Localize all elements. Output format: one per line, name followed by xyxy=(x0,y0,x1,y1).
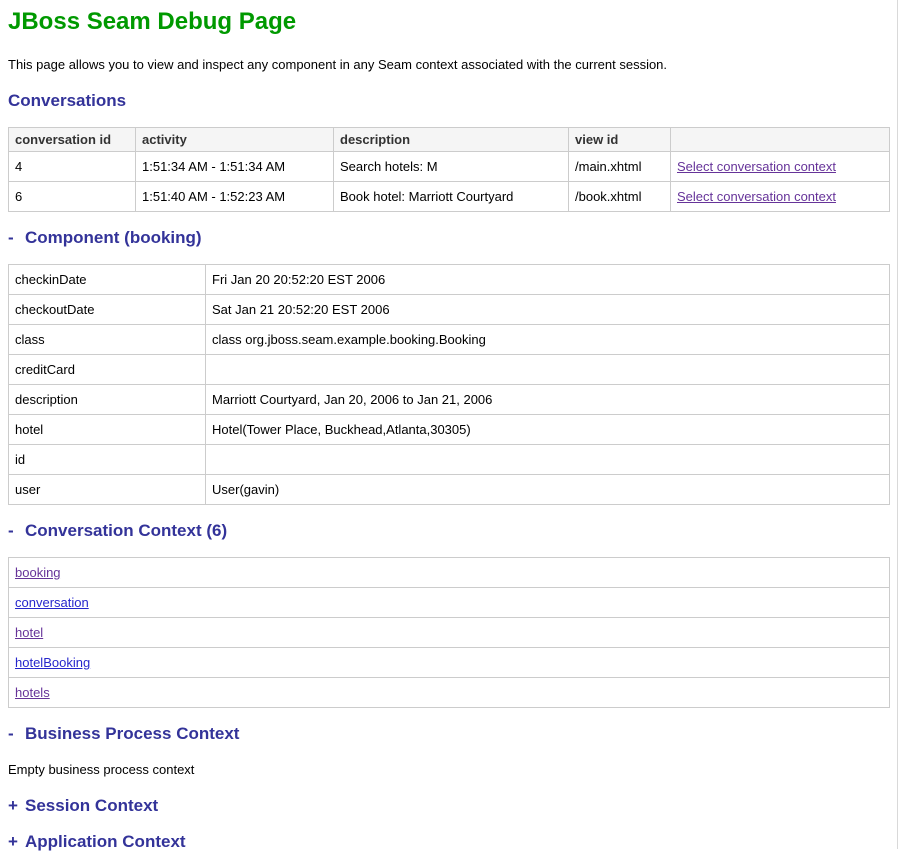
context-variable-cell: conversation xyxy=(9,588,890,618)
context-variable-row: booking xyxy=(9,558,890,588)
context-variable-cell: hotels xyxy=(9,678,890,708)
context-variable-cell: hotel xyxy=(9,618,890,648)
property-value-cell: Sat Jan 21 20:52:20 EST 2006 xyxy=(206,295,890,325)
conversation-context-table: booking conversation hotel hotelBooking … xyxy=(8,557,890,708)
context-variable-row: hotels xyxy=(9,678,890,708)
component-booking-table: checkinDate Fri Jan 20 20:52:20 EST 2006… xyxy=(8,264,890,505)
component-booking-heading[interactable]: -Component (booking) xyxy=(8,228,890,248)
conversations-header-row: conversation id activity description vie… xyxy=(9,128,890,152)
description-cell: Book hotel: Marriott Courtyard xyxy=(334,182,569,212)
property-row: user User(gavin) xyxy=(9,475,890,505)
activity-cell: 1:51:40 AM - 1:52:23 AM xyxy=(136,182,334,212)
context-variable-link[interactable]: hotel xyxy=(15,625,43,640)
conversations-table: conversation id activity description vie… xyxy=(8,127,890,212)
application-context-heading-label: Application Context xyxy=(25,832,186,851)
property-value-cell: Marriott Courtyard, Jan 20, 2006 to Jan … xyxy=(206,385,890,415)
view-id-cell: /book.xhtml xyxy=(569,182,671,212)
column-header-view-id: view id xyxy=(569,128,671,152)
property-name-cell: class xyxy=(9,325,206,355)
intro-text: This page allows you to view and inspect… xyxy=(8,57,890,73)
column-header-activity: activity xyxy=(136,128,334,152)
select-conversation-context-link[interactable]: Select conversation context xyxy=(677,189,836,204)
context-variable-link[interactable]: hotels xyxy=(15,685,50,700)
property-row: hotel Hotel(Tower Place, Buckhead,Atlant… xyxy=(9,415,890,445)
property-value-cell xyxy=(206,445,890,475)
column-header-description: description xyxy=(334,128,569,152)
application-context-heading[interactable]: +Application Context xyxy=(8,832,890,852)
collapse-indicator: - xyxy=(8,228,25,248)
property-value-cell: class org.jboss.seam.example.booking.Boo… xyxy=(206,325,890,355)
property-row: description Marriott Courtyard, Jan 20, … xyxy=(9,385,890,415)
business-process-context-heading-label: Business Process Context xyxy=(25,724,239,743)
collapse-indicator: - xyxy=(8,724,25,744)
property-row: id xyxy=(9,445,890,475)
property-row: checkoutDate Sat Jan 21 20:52:20 EST 200… xyxy=(9,295,890,325)
property-name-cell: checkinDate xyxy=(9,265,206,295)
property-row: checkinDate Fri Jan 20 20:52:20 EST 2006 xyxy=(9,265,890,295)
action-cell: Select conversation context xyxy=(671,152,890,182)
collapse-indicator: - xyxy=(8,521,25,541)
view-id-cell: /main.xhtml xyxy=(569,152,671,182)
empty-business-process-text: Empty business process context xyxy=(8,762,890,778)
conversation-row: 4 1:51:34 AM - 1:51:34 AM Search hotels:… xyxy=(9,152,890,182)
context-variable-row: hotelBooking xyxy=(9,648,890,678)
conversation-id-cell: 6 xyxy=(9,182,136,212)
context-variable-row: conversation xyxy=(9,588,890,618)
context-variable-cell: hotelBooking xyxy=(9,648,890,678)
business-process-context-heading[interactable]: -Business Process Context xyxy=(8,724,890,744)
context-variable-link[interactable]: hotelBooking xyxy=(15,655,90,670)
property-name-cell: checkoutDate xyxy=(9,295,206,325)
conversation-id-cell: 4 xyxy=(9,152,136,182)
session-context-heading[interactable]: +Session Context xyxy=(8,796,890,816)
expand-indicator: + xyxy=(8,832,25,852)
session-context-heading-label: Session Context xyxy=(25,796,158,815)
conversation-context-heading[interactable]: -Conversation Context (6) xyxy=(8,521,890,541)
page-title: JBoss Seam Debug Page xyxy=(8,8,890,36)
context-variable-row: hotel xyxy=(9,618,890,648)
column-header-conversation-id: conversation id xyxy=(9,128,136,152)
expand-indicator: + xyxy=(8,796,25,816)
property-name-cell: hotel xyxy=(9,415,206,445)
property-value-cell: Fri Jan 20 20:52:20 EST 2006 xyxy=(206,265,890,295)
context-variable-link[interactable]: booking xyxy=(15,565,61,580)
property-name-cell: id xyxy=(9,445,206,475)
property-value-cell: User(gavin) xyxy=(206,475,890,505)
property-row: class class org.jboss.seam.example.booki… xyxy=(9,325,890,355)
context-variable-cell: booking xyxy=(9,558,890,588)
property-value-cell: Hotel(Tower Place, Buckhead,Atlanta,3030… xyxy=(206,415,890,445)
component-booking-heading-label: Component (booking) xyxy=(25,228,202,247)
property-row: creditCard xyxy=(9,355,890,385)
property-name-cell: description xyxy=(9,385,206,415)
property-value-cell xyxy=(206,355,890,385)
select-conversation-context-link[interactable]: Select conversation context xyxy=(677,159,836,174)
activity-cell: 1:51:34 AM - 1:51:34 AM xyxy=(136,152,334,182)
conversation-row: 6 1:51:40 AM - 1:52:23 AM Book hotel: Ma… xyxy=(9,182,890,212)
context-variable-link[interactable]: conversation xyxy=(15,595,89,610)
property-name-cell: user xyxy=(9,475,206,505)
conversation-context-heading-label: Conversation Context (6) xyxy=(25,521,227,540)
conversations-heading: Conversations xyxy=(8,91,890,111)
description-cell: Search hotels: M xyxy=(334,152,569,182)
property-name-cell: creditCard xyxy=(9,355,206,385)
action-cell: Select conversation context xyxy=(671,182,890,212)
column-header-action xyxy=(671,128,890,152)
